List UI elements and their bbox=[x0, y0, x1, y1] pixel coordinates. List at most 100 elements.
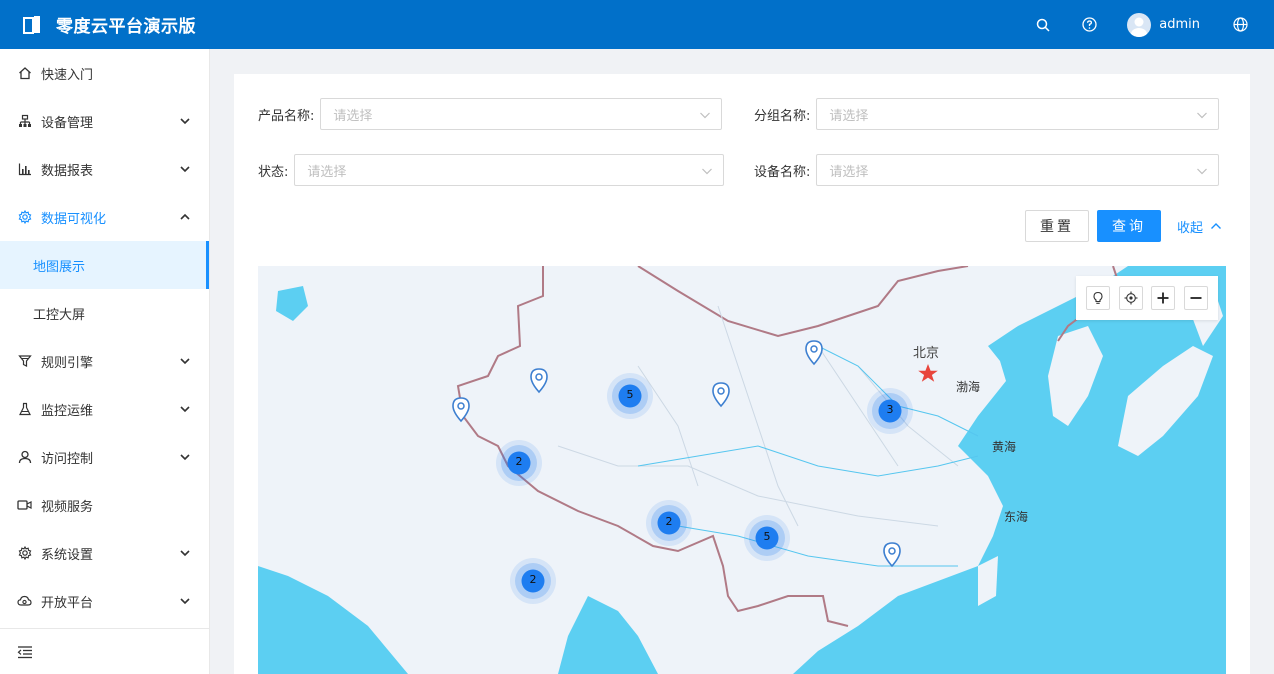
chevron-down-icon bbox=[180, 406, 190, 413]
map-label-yellow-sea: 黄海 bbox=[992, 440, 1017, 454]
device-filter: 设备名称: 请选择 bbox=[754, 154, 1220, 186]
query-button[interactable]: 查询 bbox=[1097, 210, 1161, 242]
sidebar-item-open-platform[interactable]: 开放平台 bbox=[0, 577, 209, 625]
zoom-out-button[interactable] bbox=[1183, 286, 1208, 310]
search-icon[interactable] bbox=[1035, 17, 1051, 33]
product-select[interactable]: 请选择 bbox=[320, 98, 723, 130]
video-icon bbox=[17, 498, 32, 513]
device-cluster-marker[interactable]: 5 bbox=[606, 372, 654, 420]
gear-icon bbox=[17, 210, 32, 225]
device-select[interactable]: 请选择 bbox=[816, 154, 1220, 186]
map-toolbar bbox=[1076, 276, 1218, 320]
chevron-up-icon bbox=[180, 213, 190, 220]
collapse-link[interactable]: 收起 bbox=[1177, 210, 1222, 242]
location-pin-icon[interactable] bbox=[451, 397, 471, 423]
select-placeholder: 请选择 bbox=[829, 164, 869, 180]
lightbulb-icon bbox=[1093, 291, 1103, 304]
sidebar-item-settings[interactable]: 系统设置 bbox=[0, 529, 209, 577]
username[interactable]: admin bbox=[1159, 17, 1200, 32]
sidebar-item-label: 访问控制 bbox=[41, 451, 94, 467]
sidebar-item-video[interactable]: 视频服务 bbox=[0, 481, 209, 529]
bar-chart-icon bbox=[17, 162, 32, 177]
cluster-count: 5 bbox=[626, 388, 634, 401]
device-cluster-marker[interactable]: 2 bbox=[645, 499, 693, 547]
device-icon bbox=[17, 114, 32, 129]
sidebar-item-label: 设备管理 bbox=[41, 115, 94, 131]
map-label-east-sea: 东海 bbox=[1004, 510, 1029, 524]
select-placeholder: 请选择 bbox=[829, 108, 869, 124]
cluster-count: 2 bbox=[665, 515, 673, 528]
location-pin-icon[interactable] bbox=[804, 340, 824, 366]
chevron-down-icon bbox=[180, 166, 190, 173]
sidebar-item-visualization[interactable]: 数据可视化 bbox=[0, 193, 209, 241]
sidebar-item-reports[interactable]: 数据报表 bbox=[0, 145, 209, 193]
user-icon bbox=[17, 450, 32, 465]
location-pin-icon[interactable] bbox=[529, 368, 549, 394]
device-label: 设备名称: bbox=[754, 164, 811, 180]
help-icon[interactable] bbox=[1081, 17, 1097, 33]
status-label: 状态: bbox=[258, 164, 289, 180]
cluster-count: 2 bbox=[515, 455, 523, 468]
sidebar-subitem-map[interactable]: 地图展示 bbox=[0, 241, 209, 289]
zoom-in-button[interactable] bbox=[1151, 286, 1176, 310]
select-placeholder: 请选择 bbox=[307, 164, 347, 180]
sidebar-item-label: 数据可视化 bbox=[41, 211, 107, 227]
sidebar-item-label: 快速入门 bbox=[41, 67, 94, 83]
sidebar-item-rules[interactable]: 规则引擎 bbox=[0, 337, 209, 385]
avatar[interactable] bbox=[1127, 12, 1152, 37]
map-canvas bbox=[258, 266, 1226, 674]
content-card: 产品名称: 请选择 分组名称: 请选择 状态: 请选择 设备名称: 请选择 重置… bbox=[234, 74, 1250, 674]
home-icon bbox=[17, 66, 32, 81]
minus-icon bbox=[1190, 297, 1202, 299]
plus-icon bbox=[1157, 292, 1169, 304]
sidebar-item-label: 规则引擎 bbox=[41, 355, 94, 371]
sidebar-item-devices[interactable]: 设备管理 bbox=[0, 97, 209, 145]
brand-title: 零度云平台演示版 bbox=[56, 17, 196, 37]
select-placeholder: 请选择 bbox=[333, 108, 373, 124]
sidebar-subitem-dashboard[interactable]: 工控大屏 bbox=[0, 289, 209, 337]
map-view[interactable]: 北京 渤海 黄海 东海 5 3 2 2 5 2 bbox=[258, 266, 1226, 674]
filter-icon bbox=[17, 354, 32, 369]
device-cluster-marker[interactable]: 2 bbox=[509, 557, 557, 605]
sidebar-subitem-label: 地图展示 bbox=[33, 259, 86, 275]
device-cluster-marker[interactable]: 5 bbox=[743, 514, 791, 562]
flask-icon bbox=[17, 402, 32, 417]
sidebar-item-access[interactable]: 访问控制 bbox=[0, 433, 209, 481]
location-pin-icon[interactable] bbox=[882, 542, 902, 568]
sidebar-subitem-label: 工控大屏 bbox=[33, 307, 86, 323]
map-label-bohai: 渤海 bbox=[956, 380, 981, 394]
sidebar-item-label: 视频服务 bbox=[41, 499, 94, 515]
crosshair-icon bbox=[1124, 291, 1138, 305]
sidebar-collapse-toggle[interactable] bbox=[0, 628, 209, 674]
locate-button[interactable] bbox=[1118, 286, 1143, 310]
globe-icon[interactable] bbox=[1232, 17, 1248, 33]
menu-fold-icon bbox=[17, 645, 32, 658]
product-filter: 产品名称: 请选择 bbox=[258, 98, 723, 130]
lightbulb-button[interactable] bbox=[1086, 286, 1111, 310]
device-cluster-marker[interactable]: 3 bbox=[866, 387, 914, 435]
sidebar-item-label: 监控运维 bbox=[41, 403, 94, 419]
sidebar-item-monitoring[interactable]: 监控运维 bbox=[0, 385, 209, 433]
group-select[interactable]: 请选择 bbox=[816, 98, 1220, 130]
collapse-label: 收起 bbox=[1177, 220, 1204, 236]
reset-button[interactable]: 重置 bbox=[1025, 210, 1089, 242]
chevron-down-icon bbox=[180, 550, 190, 557]
chevron-down-icon bbox=[700, 112, 711, 119]
sidebar-item-label: 系统设置 bbox=[41, 547, 94, 563]
sidebar-item-quickstart[interactable]: 快速入门 bbox=[0, 49, 209, 97]
chevron-down-icon bbox=[180, 454, 190, 461]
status-select[interactable]: 请选择 bbox=[294, 154, 725, 186]
group-label: 分组名称: bbox=[754, 108, 811, 124]
cluster-count: 3 bbox=[886, 403, 894, 416]
cluster-count: 5 bbox=[763, 530, 771, 543]
product-label: 产品名称: bbox=[258, 108, 315, 124]
location-pin-icon[interactable] bbox=[711, 382, 731, 408]
chevron-down-icon bbox=[702, 168, 713, 175]
sidebar: 快速入门 设备管理 数据报表 数据可视化 地图展示 工控大屏 规则引擎 监控运维… bbox=[0, 49, 210, 674]
brand-logo bbox=[22, 14, 44, 36]
chevron-down-icon bbox=[180, 118, 190, 125]
map-label-beijing: 北京 bbox=[913, 346, 940, 361]
gear-icon bbox=[17, 546, 32, 561]
device-cluster-marker[interactable]: 2 bbox=[495, 439, 543, 487]
status-filter: 状态: 请选择 bbox=[258, 154, 725, 186]
